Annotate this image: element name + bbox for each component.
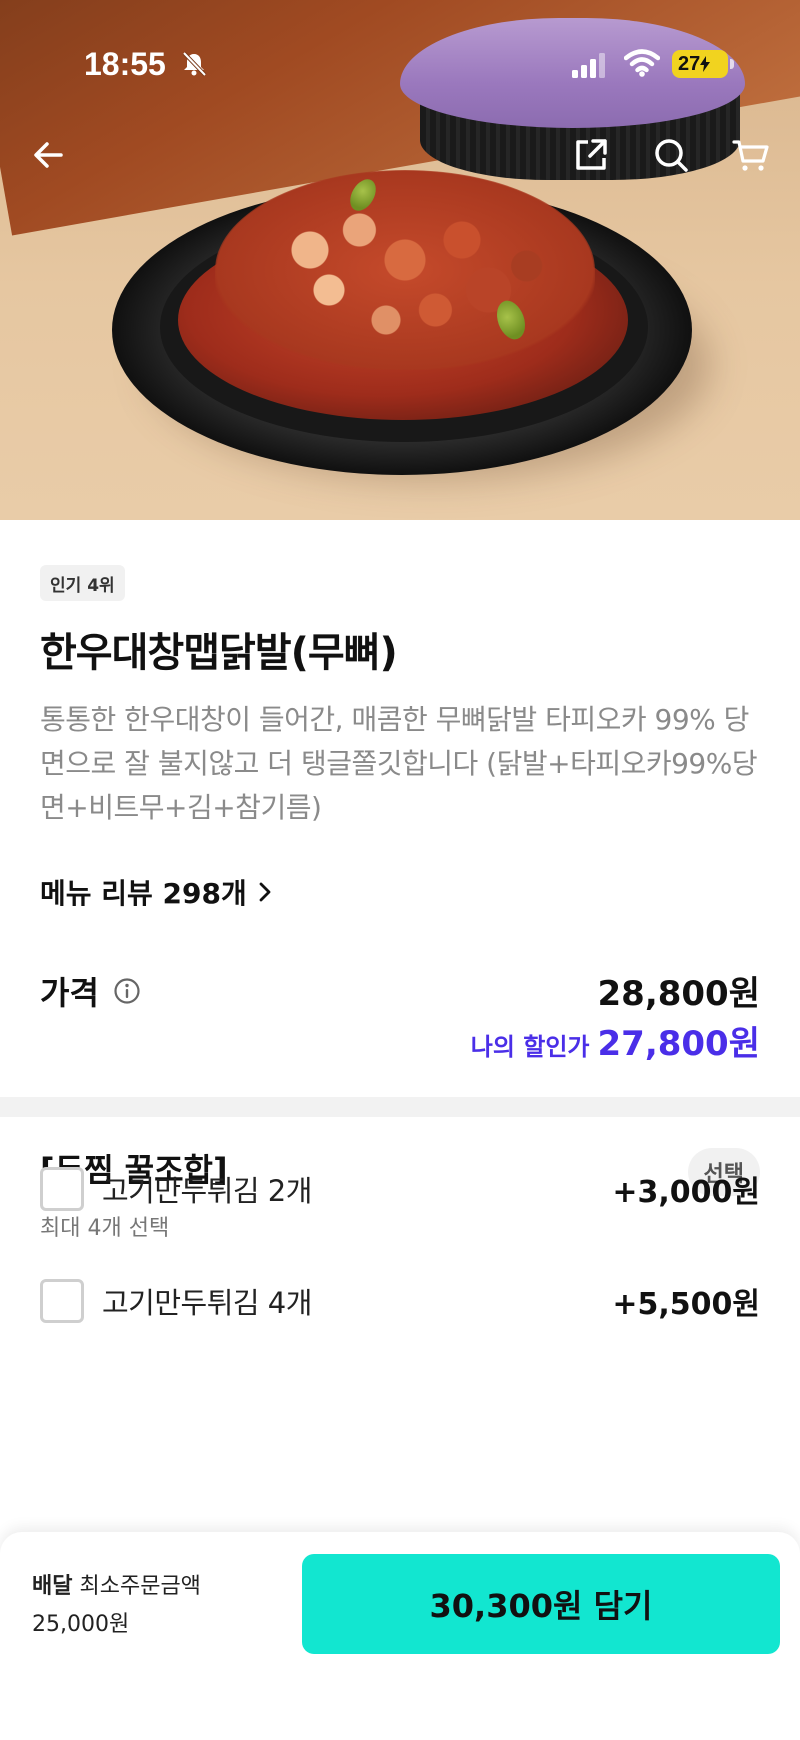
back-arrow-icon	[34, 142, 63, 168]
option-group-subtitle: 최대 4개 선택	[40, 1216, 170, 1241]
menu-review-link[interactable]: 메뉴 리뷰 298개	[40, 872, 273, 912]
bell-off-icon	[182, 51, 207, 77]
cart-nav-button[interactable]	[728, 132, 774, 178]
status-bar: 18:55 27	[0, 0, 800, 120]
option-item[interactable]: 고기만두튀김 4개 +5,500원	[40, 1277, 760, 1325]
signal-icon	[572, 53, 605, 78]
price-label: 가격	[40, 968, 141, 1014]
menu-title: 한우대창맵닭발(무뼈)	[40, 630, 398, 676]
cart-icon	[732, 140, 769, 171]
rank-badge: 인기 4위	[40, 565, 125, 601]
option-item[interactable]: 고기만두튀김 2개 +3,000원	[40, 1165, 760, 1213]
battery-icon: 27	[672, 50, 728, 78]
search-icon	[655, 139, 688, 172]
share-icon	[576, 139, 607, 170]
option-checkbox[interactable]	[40, 1167, 84, 1211]
bottom-order-bar: 배달 최소주문금액 25,000원 30,300원 담기	[0, 1532, 800, 1740]
search-button[interactable]	[648, 132, 694, 178]
price-value: 28,800원	[597, 974, 760, 1014]
section-divider	[0, 1097, 800, 1117]
charging-bolt-icon	[700, 56, 711, 72]
delivery-label: 배달	[32, 1574, 73, 1599]
option-price: +5,500원	[612, 1287, 760, 1322]
share-button[interactable]	[568, 132, 614, 178]
add-to-cart-button[interactable]: 30,300원 담기	[302, 1554, 780, 1654]
back-button[interactable]	[26, 132, 72, 178]
discount-price: 나의 할인가 27,800원	[471, 1016, 760, 1065]
status-time: 18:55	[84, 46, 166, 82]
min-order-label: 최소주문금액	[79, 1574, 201, 1599]
discount-value: 27,800원	[597, 1024, 760, 1064]
wifi-icon	[624, 49, 660, 77]
option-label: 고기만두튀김 4개	[102, 1286, 312, 1320]
menu-description: 통통한 한우대창이 들어간, 매콤한 무뼈닭발 타피오카 99% 당면으로 잘 …	[40, 703, 758, 824]
info-icon[interactable]	[113, 977, 141, 1005]
chevron-right-icon	[259, 882, 271, 902]
price-label-text: 가격	[40, 974, 99, 1012]
option-checkbox[interactable]	[40, 1279, 84, 1323]
review-link-label: 메뉴 리뷰 298개	[40, 877, 247, 910]
option-label: 고기만두튀김 2개	[102, 1174, 312, 1208]
discount-label: 나의 할인가	[470, 1033, 590, 1061]
battery-level: 27	[678, 52, 701, 75]
battery-tip	[730, 59, 734, 69]
delivery-info: 배달 최소주문금액 25,000원	[32, 1568, 201, 1644]
option-price: +3,000원	[612, 1175, 760, 1210]
food-pile	[215, 170, 595, 370]
min-order-value: 25,000원	[32, 1612, 130, 1637]
